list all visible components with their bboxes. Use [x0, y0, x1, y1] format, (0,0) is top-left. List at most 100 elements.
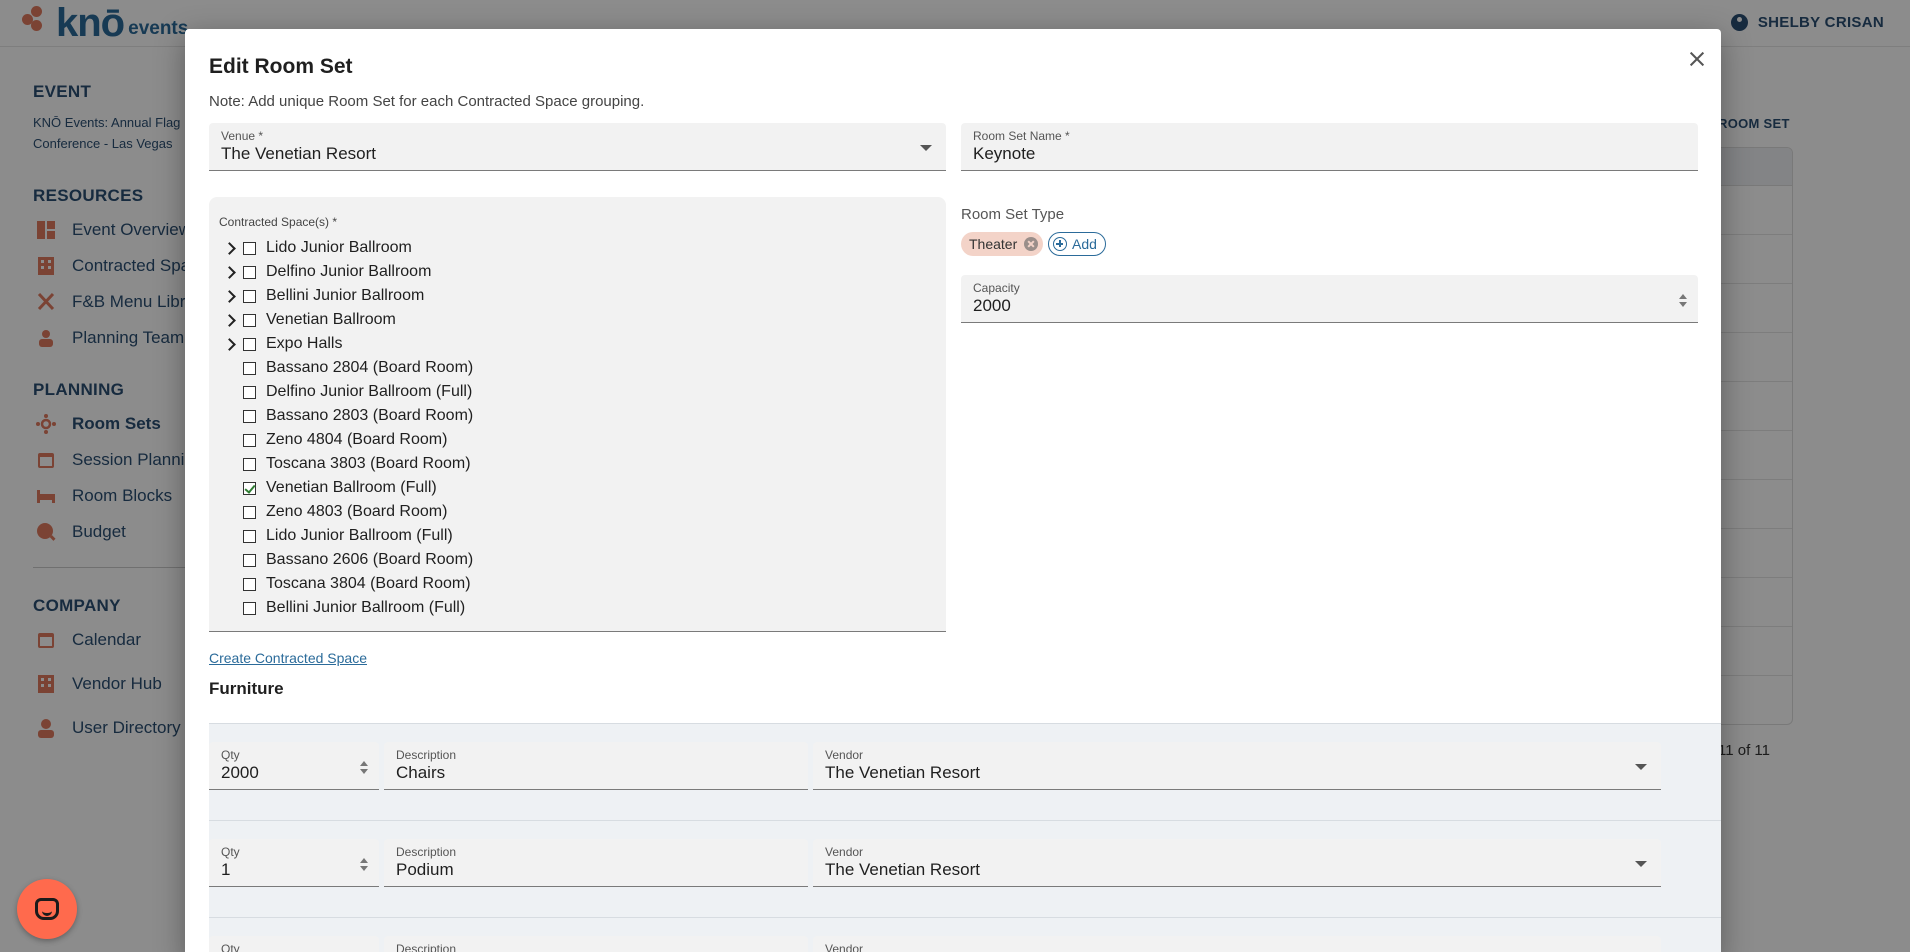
checkbox[interactable]	[243, 577, 256, 591]
venue-value: The Venetian Resort	[221, 144, 376, 163]
tree-item-label: Bassano 2803 (Board Room)	[266, 407, 474, 424]
description-field[interactable]: Description	[384, 742, 808, 790]
venue-select[interactable]: Venue * The Venetian Resort	[209, 123, 946, 171]
tree-item[interactable]: Zeno 4803 (Board Room)	[219, 501, 447, 523]
furniture-row-divider	[209, 917, 1721, 918]
tree-item-label: Lido Junior Ballroom	[266, 239, 412, 256]
chevron-right-icon[interactable]	[219, 310, 239, 330]
tree-item-label: Delfino Junior Ballroom (Full)	[266, 383, 473, 400]
tree-item-label: Venetian Ballroom (Full)	[266, 479, 437, 496]
edit-room-set-dialog: Edit Room Set Note: Add unique Room Set …	[185, 29, 1721, 952]
qty-field[interactable]: Qty	[209, 742, 379, 790]
description-input[interactable]	[396, 763, 760, 783]
tree-item[interactable]: Bassano 2804 (Board Room)	[219, 357, 473, 379]
checkbox[interactable]	[243, 553, 256, 567]
tree-item[interactable]: Bassano 2606 (Board Room)	[219, 549, 473, 571]
chat-button[interactable]	[17, 879, 77, 939]
checkbox[interactable]	[243, 601, 256, 615]
capacity-input[interactable]	[973, 296, 1650, 316]
remove-chip-icon[interactable]	[1024, 237, 1039, 251]
tree-item[interactable]: Toscana 3803 (Board Room)	[219, 453, 471, 475]
checkbox[interactable]	[243, 361, 256, 375]
description-input[interactable]	[396, 860, 760, 880]
chevron-down-icon	[1635, 861, 1647, 867]
tree-item-label: Bassano 2804 (Board Room)	[266, 359, 474, 376]
add-circle-icon	[1053, 237, 1067, 251]
chevron-right-icon[interactable]	[219, 334, 239, 354]
tree-item-label: Bellini Junior Ballroom	[266, 287, 425, 304]
checkbox[interactable]	[243, 529, 256, 543]
description-label: Description	[396, 845, 457, 859]
chip-label: Theater	[969, 236, 1018, 252]
contracted-spaces-label: Contracted Space(s) *	[219, 215, 338, 229]
qty-field[interactable]: Qty	[209, 839, 379, 887]
checkbox[interactable]	[243, 481, 256, 495]
qty-input[interactable]	[221, 763, 331, 783]
room-set-type-label: Room Set Type	[961, 206, 1065, 223]
create-contracted-space-link[interactable]: Create Contracted Space	[209, 650, 367, 666]
checkbox[interactable]	[243, 457, 256, 471]
tree-item[interactable]: Expo Halls	[219, 333, 342, 355]
checkbox[interactable]	[243, 505, 256, 519]
room-set-name-field[interactable]: Room Set Name *	[961, 123, 1698, 171]
tree-item[interactable]: Venetian Ballroom	[219, 309, 396, 331]
tree-item[interactable]: Bassano 2803 (Board Room)	[219, 405, 473, 427]
checkbox[interactable]	[243, 385, 256, 399]
vendor-value: The Venetian Resort	[825, 763, 980, 782]
qty-label: Qty	[221, 942, 240, 952]
furniture-list: QtyDescriptionVendorThe Venetian ResortQ…	[209, 723, 1721, 952]
vendor-label: Vendor	[825, 748, 864, 762]
tree-item-label: Expo Halls	[266, 335, 343, 352]
qty-field[interactable]: Qty	[209, 936, 379, 952]
capacity-label: Capacity	[973, 281, 1020, 295]
close-icon[interactable]	[1685, 47, 1709, 71]
checkbox[interactable]	[243, 337, 256, 351]
chevron-down-icon	[1635, 764, 1647, 770]
tree-item-label: Zeno 4803 (Board Room)	[266, 503, 448, 520]
checkbox[interactable]	[243, 313, 256, 327]
tree-item[interactable]: Lido Junior Ballroom	[219, 237, 412, 259]
tree-item[interactable]: Delfino Junior Ballroom (Full)	[219, 381, 472, 403]
description-field[interactable]: Description	[384, 936, 808, 952]
tree-item-label: Toscana 3803 (Board Room)	[266, 455, 471, 472]
chevron-right-icon[interactable]	[219, 286, 239, 306]
checkbox[interactable]	[243, 289, 256, 303]
description-label: Description	[396, 942, 457, 952]
qty-input[interactable]	[221, 860, 331, 880]
description-label: Description	[396, 748, 457, 762]
number-stepper-icon[interactable]	[359, 760, 369, 776]
tree-item-label: Venetian Ballroom	[266, 311, 396, 328]
chevron-right-icon[interactable]	[219, 262, 239, 282]
tree-item[interactable]: Bellini Junior Ballroom	[219, 285, 424, 307]
tree-item[interactable]: Bellini Junior Ballroom (Full)	[219, 597, 465, 619]
checkbox[interactable]	[243, 241, 256, 255]
chevron-right-icon[interactable]	[219, 238, 239, 258]
tree-item-label: Delfino Junior Ballroom	[266, 263, 432, 280]
chat-icon	[35, 898, 59, 920]
add-room-set-type-button[interactable]: Add	[1048, 232, 1106, 256]
tree-item[interactable]: Toscana 3804 (Board Room)	[219, 573, 471, 595]
description-field[interactable]: Description	[384, 839, 808, 887]
vendor-label: Vendor	[825, 845, 864, 859]
room-set-name-label: Room Set Name *	[973, 129, 1070, 143]
qty-label: Qty	[221, 845, 240, 859]
number-stepper-icon[interactable]	[1678, 293, 1688, 309]
tree-item-label: Bassano 2606 (Board Room)	[266, 551, 474, 568]
tree-item[interactable]: Zeno 4804 (Board Room)	[219, 429, 447, 451]
capacity-field[interactable]: Capacity	[961, 275, 1698, 323]
checkbox[interactable]	[243, 265, 256, 279]
number-stepper-icon[interactable]	[359, 857, 369, 873]
checkbox[interactable]	[243, 433, 256, 447]
tree-item[interactable]: Venetian Ballroom (Full)	[219, 477, 437, 499]
vendor-select[interactable]: Vendor The Venetian Resort	[813, 839, 1661, 887]
room-set-type-chip[interactable]: Theater	[961, 232, 1044, 256]
vendor-select[interactable]: Vendor The Venetian Resort	[813, 742, 1661, 790]
room-set-name-input[interactable]	[973, 144, 1650, 164]
checkbox[interactable]	[243, 409, 256, 423]
add-label: Add	[1072, 236, 1097, 252]
vendor-label: Vendor	[825, 942, 864, 952]
tree-item[interactable]: Lido Junior Ballroom (Full)	[219, 525, 453, 547]
tree-item[interactable]: Delfino Junior Ballroom	[219, 261, 431, 283]
vendor-select[interactable]: Vendor	[813, 936, 1661, 952]
tree-item-label: Zeno 4804 (Board Room)	[266, 431, 448, 448]
